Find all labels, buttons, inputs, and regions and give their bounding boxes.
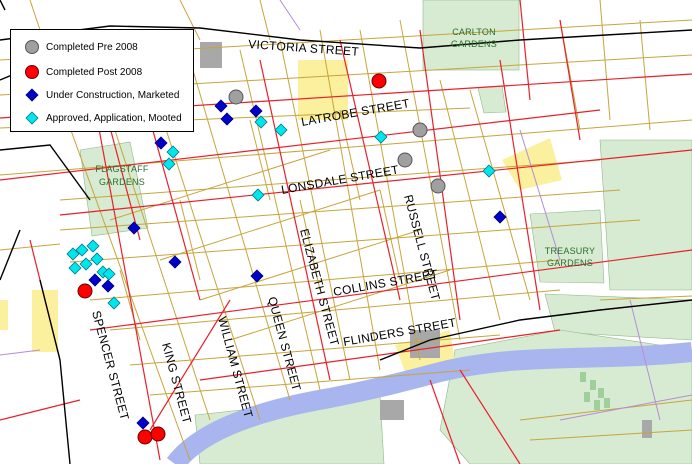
- legend-item-completed-pre-2008: Completed Pre 2008: [22, 37, 138, 57]
- approved-marker[interactable]: [68, 261, 82, 275]
- william-street-label: WILLIAM STREET: [215, 315, 256, 420]
- completed-post-2008-marker[interactable]: [77, 283, 93, 299]
- under-construction-marker[interactable]: [493, 210, 507, 224]
- building: [200, 42, 222, 68]
- completed-pre-2008-marker[interactable]: [228, 89, 244, 105]
- completed-post-2008-marker[interactable]: [150, 426, 166, 442]
- legend-item-completed-post-2008: Completed Post 2008: [22, 62, 142, 82]
- approved-marker[interactable]: [79, 257, 93, 271]
- approved-marker[interactable]: [374, 130, 388, 144]
- under-construction-marker[interactable]: [88, 273, 102, 287]
- legend-item-under-construction: Under Construction, Marketed: [22, 85, 179, 105]
- legend-item-label: Completed Pre 2008: [46, 41, 138, 53]
- spencer-street-label: SPENCER STREET: [89, 309, 132, 422]
- under-construction-marker[interactable]: [101, 279, 115, 293]
- flagstaff-gardens-label-line2: GARDENS: [99, 177, 145, 187]
- approved-marker[interactable]: [482, 164, 496, 178]
- approved-marker[interactable]: [254, 115, 268, 129]
- under-construction-marker[interactable]: [154, 136, 168, 150]
- red-circle-icon: [22, 64, 42, 80]
- small-park-area: [477, 85, 507, 114]
- legend-item-approved: Approved, Application, Mooted: [22, 108, 182, 128]
- approved-marker[interactable]: [166, 145, 180, 159]
- building: [380, 400, 404, 420]
- flagstaff-gardens-label-line1: FLAGSTAFF: [95, 164, 148, 174]
- carlton-gardens-label-line2: GARDENS: [451, 39, 497, 49]
- under-construction-marker[interactable]: [220, 112, 234, 126]
- completed-post-2008-marker[interactable]: [371, 73, 387, 89]
- treasury-gardens-label-line1: TREASURY: [545, 246, 595, 256]
- legend-item-label: Completed Post 2008: [46, 66, 143, 78]
- fitzroy-gardens-area: [599, 139, 692, 291]
- approved-marker[interactable]: [90, 252, 104, 266]
- under-construction-marker[interactable]: [214, 99, 228, 113]
- approved-marker[interactable]: [86, 239, 100, 253]
- yellow-area: [0, 300, 8, 330]
- lonsdale-street-label: LONSDALE STREET: [280, 162, 400, 197]
- completed-post-2008-marker[interactable]: [137, 429, 153, 445]
- king-street-label: KING STREET: [159, 341, 194, 425]
- cyan-diamond-icon: [22, 110, 42, 126]
- completed-pre-2008-marker[interactable]: [412, 122, 428, 138]
- under-construction-marker[interactable]: [136, 416, 150, 430]
- completed-pre-2008-marker[interactable]: [430, 178, 446, 194]
- map-legend: Completed Pre 2008 Completed Post 2008 U…: [10, 29, 194, 132]
- map[interactable]: CARLTON GARDENS FLAGSTAFF GARDENS TREASU…: [0, 0, 692, 464]
- under-construction-marker[interactable]: [249, 104, 263, 118]
- completed-pre-2008-marker[interactable]: [397, 152, 413, 168]
- grey-circle-icon: [22, 39, 42, 55]
- flagstaff-gardens-area: [79, 141, 149, 237]
- carlton-gardens-label-line1: CARLTON: [452, 27, 496, 37]
- legend-item-label: Approved, Application, Mooted: [46, 112, 182, 124]
- under-construction-marker[interactable]: [168, 255, 182, 269]
- lonsdale-street-road: [59, 149, 692, 216]
- legend-item-label: Under Construction, Marketed: [46, 89, 180, 101]
- building: [642, 420, 652, 438]
- queen-street-label: QUEEN STREET: [265, 295, 304, 393]
- blue-diamond-icon: [22, 87, 42, 103]
- treasury-gardens-label-line2: GARDENS: [547, 258, 593, 268]
- approved-marker[interactable]: [251, 188, 265, 202]
